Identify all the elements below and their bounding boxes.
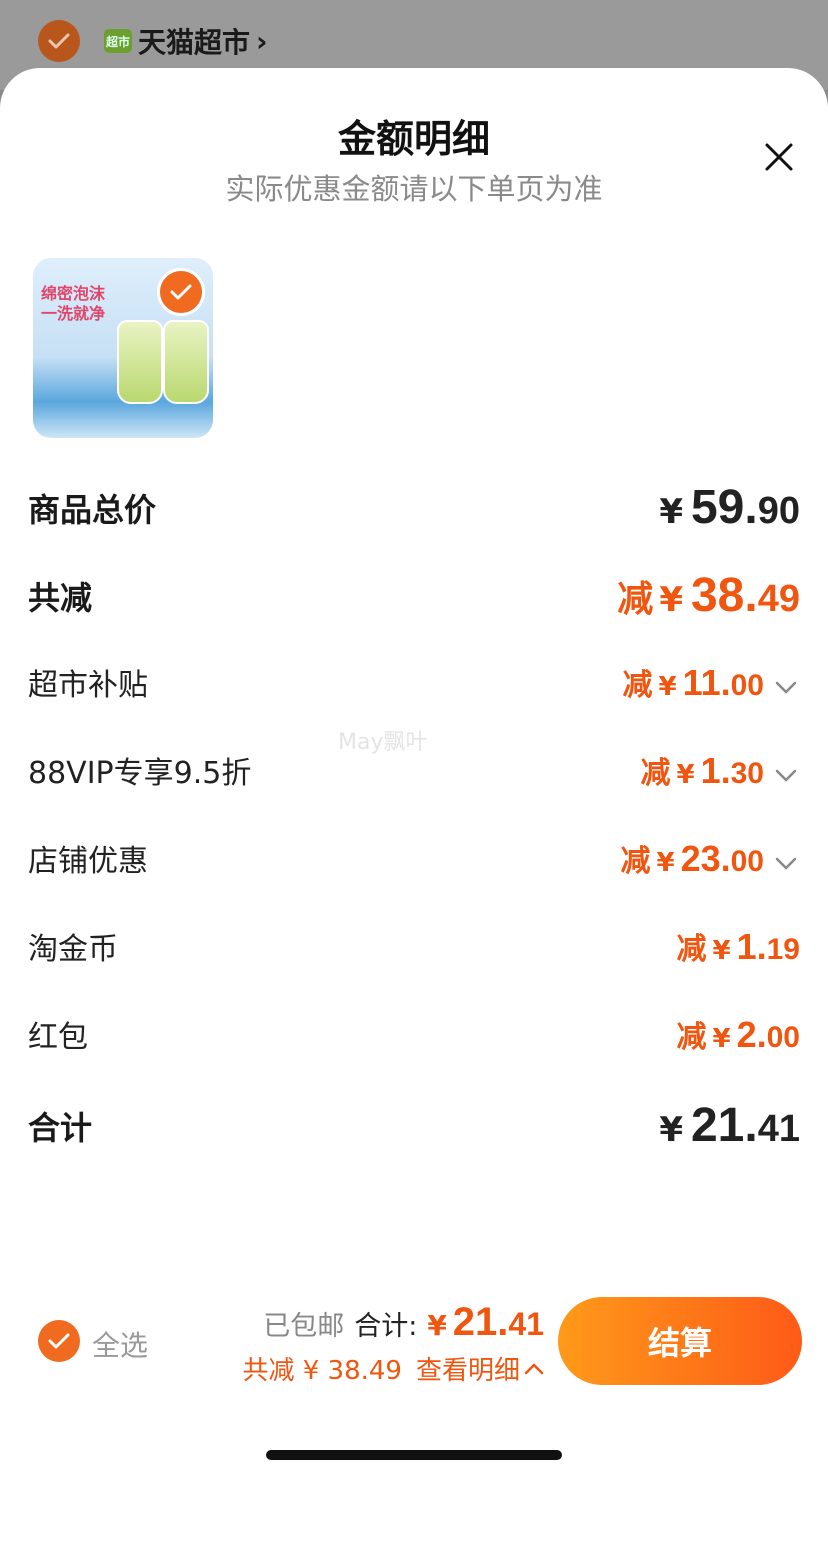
discount-prefix: 减 xyxy=(617,579,654,620)
currency-symbol: ¥ xyxy=(658,672,677,702)
row-amount: 减 ¥ 38. 49 xyxy=(617,568,800,623)
discount-prefix: 减 xyxy=(622,668,653,703)
row-label: 店铺优惠 xyxy=(28,844,148,879)
amount-decimal: 00 xyxy=(730,669,764,702)
total-label: 合计: xyxy=(354,1311,418,1342)
store-badge-icon: 超市 xyxy=(104,29,132,53)
currency-symbol: ¥ xyxy=(712,936,731,966)
currency-symbol: ¥ xyxy=(427,1309,447,1342)
amount-integer: 2. xyxy=(736,1014,767,1055)
product-bottle xyxy=(117,320,163,404)
select-all-checkbox[interactable] xyxy=(38,1320,80,1362)
home-indicator[interactable] xyxy=(266,1450,562,1460)
currency-symbol: ¥ xyxy=(659,492,683,532)
product-promo-text: 绵密泡沫 一洗就净 xyxy=(41,284,106,323)
amount-decimal: 30 xyxy=(730,757,764,790)
row-grand-total: 合计 ¥ 21. 41 xyxy=(28,1098,800,1153)
row-amount: 减 ¥ 1. 30 xyxy=(641,748,801,792)
row-label: 超市补贴 xyxy=(28,668,148,703)
sheet-subtitle: 实际优惠金额请以下单页为准 xyxy=(225,172,603,206)
row-label: 红包 xyxy=(28,1020,88,1055)
discount-prefix: 减 xyxy=(640,756,671,791)
sheet-title: 金额明细 xyxy=(337,117,490,161)
footer-total: 已包邮 合计: ¥ 21. 41 xyxy=(263,1300,544,1345)
row-amount: ¥ 21. 41 xyxy=(659,1098,800,1153)
amount-decimal: 41 xyxy=(757,1108,800,1150)
total-amount: ¥ 21. 41 xyxy=(427,1300,544,1345)
checkout-button[interactable]: 结算 xyxy=(558,1297,802,1385)
product-thumbnail[interactable]: 绵密泡沫 一洗就净 xyxy=(33,258,213,438)
shipping-status: 已包邮 xyxy=(263,1311,345,1342)
store-checkbox[interactable] xyxy=(38,20,80,62)
row-label: 合计 xyxy=(28,1108,93,1147)
product-bottle xyxy=(163,320,209,404)
currency-symbol: ¥ xyxy=(656,848,675,878)
row-total-discount: 共减 减 ¥ 38. 49 xyxy=(28,568,800,623)
currency-symbol: ¥ xyxy=(712,1024,731,1054)
row-amount: 减 ¥ 11. 00 xyxy=(622,660,800,704)
row-amount: ¥ 59. 90 xyxy=(659,480,800,535)
amount-integer: 23. xyxy=(680,838,731,879)
discount-prefix: 减 xyxy=(676,932,707,967)
view-details-link[interactable]: 共减 ¥ 38.49 查看明细 xyxy=(242,1350,544,1387)
amount-integer: 38. xyxy=(690,569,758,622)
currency-symbol: ¥ xyxy=(659,580,683,620)
chevron-up-icon xyxy=(524,1362,544,1374)
details-link-label: 查看明细 xyxy=(415,1356,520,1386)
row-red-packet: 红包 减 ¥ 2. 00 xyxy=(28,1012,800,1056)
currency-symbol: ¥ xyxy=(676,760,695,790)
amount-integer: 59. xyxy=(690,481,758,534)
check-icon xyxy=(170,284,192,300)
row-store-discount[interactable]: 店铺优惠 减 ¥ 23. 00 xyxy=(28,836,800,880)
row-taojinbi: 淘金币 减 ¥ 1. 19 xyxy=(28,924,800,968)
row-label: 88VIP专享9.5折 xyxy=(28,756,252,791)
product-selected-checkbox[interactable] xyxy=(157,268,205,316)
amount-decimal: 41 xyxy=(508,1306,544,1342)
chevron-down-icon[interactable] xyxy=(772,673,800,703)
amount-decimal: 00 xyxy=(766,1021,800,1054)
check-icon xyxy=(48,1333,70,1349)
row-label: 商品总价 xyxy=(28,490,157,529)
amount-integer: 1. xyxy=(736,926,767,967)
amount-decimal: 49 xyxy=(757,578,800,620)
amount-decimal: 90 xyxy=(757,490,800,532)
store-name: 天猫超市 xyxy=(138,26,251,59)
discount-prefix: 减 xyxy=(676,1020,707,1055)
amount-integer: 11. xyxy=(682,662,731,703)
amount-decimal: 00 xyxy=(730,845,764,878)
row-amount: 减 ¥ 1. 19 xyxy=(677,924,801,968)
check-icon xyxy=(48,33,70,49)
close-button[interactable] xyxy=(758,136,800,178)
discount-summary: 共减 ¥ 38.49 xyxy=(242,1356,402,1386)
row-label: 淘金币 xyxy=(28,932,118,967)
row-label: 共减 xyxy=(28,578,93,617)
watermark: May飘叶 xyxy=(338,730,428,755)
chevron-down-icon[interactable] xyxy=(772,761,800,791)
chevron-right-icon: › xyxy=(256,24,268,58)
store-link[interactable]: 超市 天猫超市 › xyxy=(104,20,268,62)
row-amount: 减 ¥ 23. 00 xyxy=(620,836,800,880)
amount-integer: 21. xyxy=(452,1300,509,1344)
amount-integer: 21. xyxy=(690,1099,758,1152)
amount-integer: 1. xyxy=(700,750,731,791)
chevron-down-icon[interactable] xyxy=(772,849,800,879)
row-amount: 减 ¥ 2. 00 xyxy=(677,1012,801,1056)
row-goods-total: 商品总价 ¥ 59. 90 xyxy=(28,480,800,535)
row-supermarket-subsidy[interactable]: 超市补贴 减 ¥ 11. 00 xyxy=(28,660,800,704)
close-icon xyxy=(765,143,793,171)
amount-decimal: 19 xyxy=(766,933,800,966)
currency-symbol: ¥ xyxy=(659,1110,683,1150)
select-all-label[interactable]: 全选 xyxy=(92,1324,148,1364)
discount-prefix: 减 xyxy=(620,844,651,879)
